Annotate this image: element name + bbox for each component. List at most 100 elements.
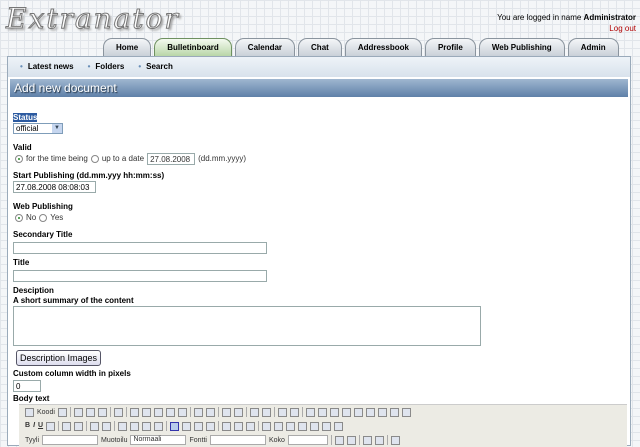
status-select[interactable]: official ▼ bbox=[13, 123, 63, 134]
chevron-down-icon: ▼ bbox=[52, 124, 62, 133]
undo-icon[interactable] bbox=[221, 407, 231, 417]
unlink-icon[interactable] bbox=[234, 421, 244, 431]
strike-icon[interactable] bbox=[46, 421, 56, 431]
size-select[interactable] bbox=[287, 435, 328, 445]
text-color-icon[interactable] bbox=[334, 435, 344, 445]
font-label: Fontti bbox=[189, 436, 207, 444]
paste-icon[interactable] bbox=[153, 407, 163, 417]
tab-admin[interactable]: Admin bbox=[567, 38, 619, 56]
size-label: Koko bbox=[268, 436, 285, 444]
numbered-list-icon[interactable] bbox=[90, 421, 100, 431]
tab-chat[interactable]: Chat bbox=[298, 38, 342, 56]
hr-icon[interactable] bbox=[298, 421, 308, 431]
bold-button[interactable]: B bbox=[25, 422, 30, 431]
blockquote-icon[interactable] bbox=[142, 421, 152, 431]
column-width-label: Custom column width in pixels bbox=[13, 369, 131, 378]
page-break-icon[interactable] bbox=[334, 421, 344, 431]
maximize-icon[interactable] bbox=[362, 435, 372, 445]
source-icon[interactable] bbox=[25, 407, 34, 417]
column-width-input[interactable]: 0 bbox=[13, 380, 41, 392]
indent-icon[interactable] bbox=[130, 421, 140, 431]
outdent-icon[interactable] bbox=[118, 421, 128, 431]
start-publishing-input[interactable]: 27.08.2008 08:08:03 bbox=[13, 181, 96, 193]
table-icon[interactable] bbox=[286, 421, 296, 431]
tab-addressbook[interactable]: Addressbook bbox=[344, 38, 422, 56]
new-page-icon[interactable] bbox=[85, 407, 95, 417]
radio-icon[interactable] bbox=[329, 407, 339, 417]
italic-button[interactable]: I bbox=[33, 422, 35, 431]
image-icon[interactable] bbox=[262, 421, 272, 431]
show-blocks-icon[interactable] bbox=[374, 435, 384, 445]
replace-icon[interactable] bbox=[261, 407, 271, 417]
justify-icon[interactable] bbox=[206, 421, 216, 431]
div-icon[interactable] bbox=[154, 421, 164, 431]
remove-format-icon[interactable] bbox=[289, 407, 299, 417]
web-radio-no[interactable] bbox=[15, 214, 23, 222]
bg-color-icon[interactable] bbox=[346, 435, 356, 445]
checkbox-icon[interactable] bbox=[317, 407, 327, 417]
paste-text-icon[interactable] bbox=[165, 407, 175, 417]
subnav-latest-news[interactable]: Latest news bbox=[20, 62, 74, 77]
form-icon[interactable] bbox=[305, 407, 315, 417]
find-icon[interactable] bbox=[249, 407, 259, 417]
paste-word-icon[interactable] bbox=[177, 407, 187, 417]
font-select[interactable] bbox=[209, 435, 266, 445]
secondary-title-label: Secondary Title bbox=[13, 230, 73, 239]
style-select[interactable] bbox=[42, 435, 98, 445]
valid-radio-time-being[interactable] bbox=[15, 155, 23, 163]
editor-toolbar: Koodi B I U Tyyli Muotoilu Normaali Font… bbox=[19, 404, 627, 447]
web-radio-yes[interactable] bbox=[39, 214, 48, 222]
tab-bulletinboard[interactable]: Bulletinboard bbox=[154, 38, 232, 56]
spellcheck-icon[interactable] bbox=[205, 407, 215, 417]
help-icon[interactable] bbox=[390, 435, 400, 445]
description-images-button[interactable]: Description Images bbox=[16, 350, 102, 366]
select-icon[interactable] bbox=[365, 407, 375, 417]
body-text-label: Body text bbox=[13, 394, 50, 403]
textarea-icon[interactable] bbox=[353, 407, 363, 417]
valid-date-input[interactable]: 27.08.2008 bbox=[147, 153, 196, 165]
textfield-icon[interactable] bbox=[341, 407, 351, 417]
subnav-search[interactable]: Search bbox=[138, 62, 173, 77]
smiley-icon[interactable] bbox=[310, 421, 320, 431]
anchor-icon[interactable] bbox=[246, 421, 256, 431]
logout-link[interactable]: Log out bbox=[609, 24, 636, 33]
source-button[interactable]: Koodi bbox=[37, 409, 55, 416]
content-panel: Latest news Folders Search Add new docum… bbox=[7, 56, 631, 447]
special-char-icon[interactable] bbox=[322, 421, 332, 431]
redo-icon[interactable] bbox=[233, 407, 243, 417]
copy-icon[interactable] bbox=[57, 407, 67, 417]
print-icon[interactable] bbox=[193, 407, 203, 417]
save-icon[interactable] bbox=[73, 407, 83, 417]
cut-icon[interactable] bbox=[129, 407, 139, 417]
copy2-icon[interactable] bbox=[141, 407, 151, 417]
tab-profile[interactable]: Profile bbox=[424, 38, 476, 56]
bulleted-list-icon[interactable] bbox=[102, 421, 112, 431]
align-center-icon[interactable] bbox=[182, 421, 192, 431]
format-select[interactable]: Normaali bbox=[130, 435, 187, 445]
web-no-label: No bbox=[26, 213, 37, 222]
preview-icon[interactable] bbox=[97, 407, 107, 417]
subnav-folders[interactable]: Folders bbox=[88, 62, 124, 77]
image-button-icon[interactable] bbox=[389, 407, 399, 417]
tab-web-publishing[interactable]: Web Publishing bbox=[478, 38, 565, 56]
align-left-icon[interactable] bbox=[170, 421, 180, 431]
template-icon[interactable] bbox=[113, 407, 123, 417]
valid-radio-up-to-date[interactable] bbox=[90, 155, 99, 163]
subscript-icon[interactable] bbox=[62, 421, 72, 431]
underline-button[interactable]: U bbox=[38, 422, 43, 431]
tab-calendar[interactable]: Calendar bbox=[234, 38, 296, 56]
link-icon[interactable] bbox=[222, 421, 232, 431]
document-form: Status official ▼ Valid for the time bein… bbox=[8, 97, 630, 404]
valid-date-hint: (dd.mm.yyyy) bbox=[198, 154, 247, 163]
flash-icon[interactable] bbox=[274, 421, 284, 431]
tab-home[interactable]: Home bbox=[103, 38, 152, 56]
superscript-icon[interactable] bbox=[74, 421, 84, 431]
select-all-icon[interactable] bbox=[277, 407, 287, 417]
description-textarea[interactable] bbox=[13, 306, 481, 346]
secondary-title-input[interactable] bbox=[13, 242, 267, 254]
title-input[interactable] bbox=[13, 270, 267, 282]
hidden-field-icon[interactable] bbox=[401, 407, 411, 417]
user-info: You are logged in name Administrator Log… bbox=[497, 12, 636, 34]
button-icon[interactable] bbox=[377, 407, 387, 417]
align-right-icon[interactable] bbox=[194, 421, 204, 431]
